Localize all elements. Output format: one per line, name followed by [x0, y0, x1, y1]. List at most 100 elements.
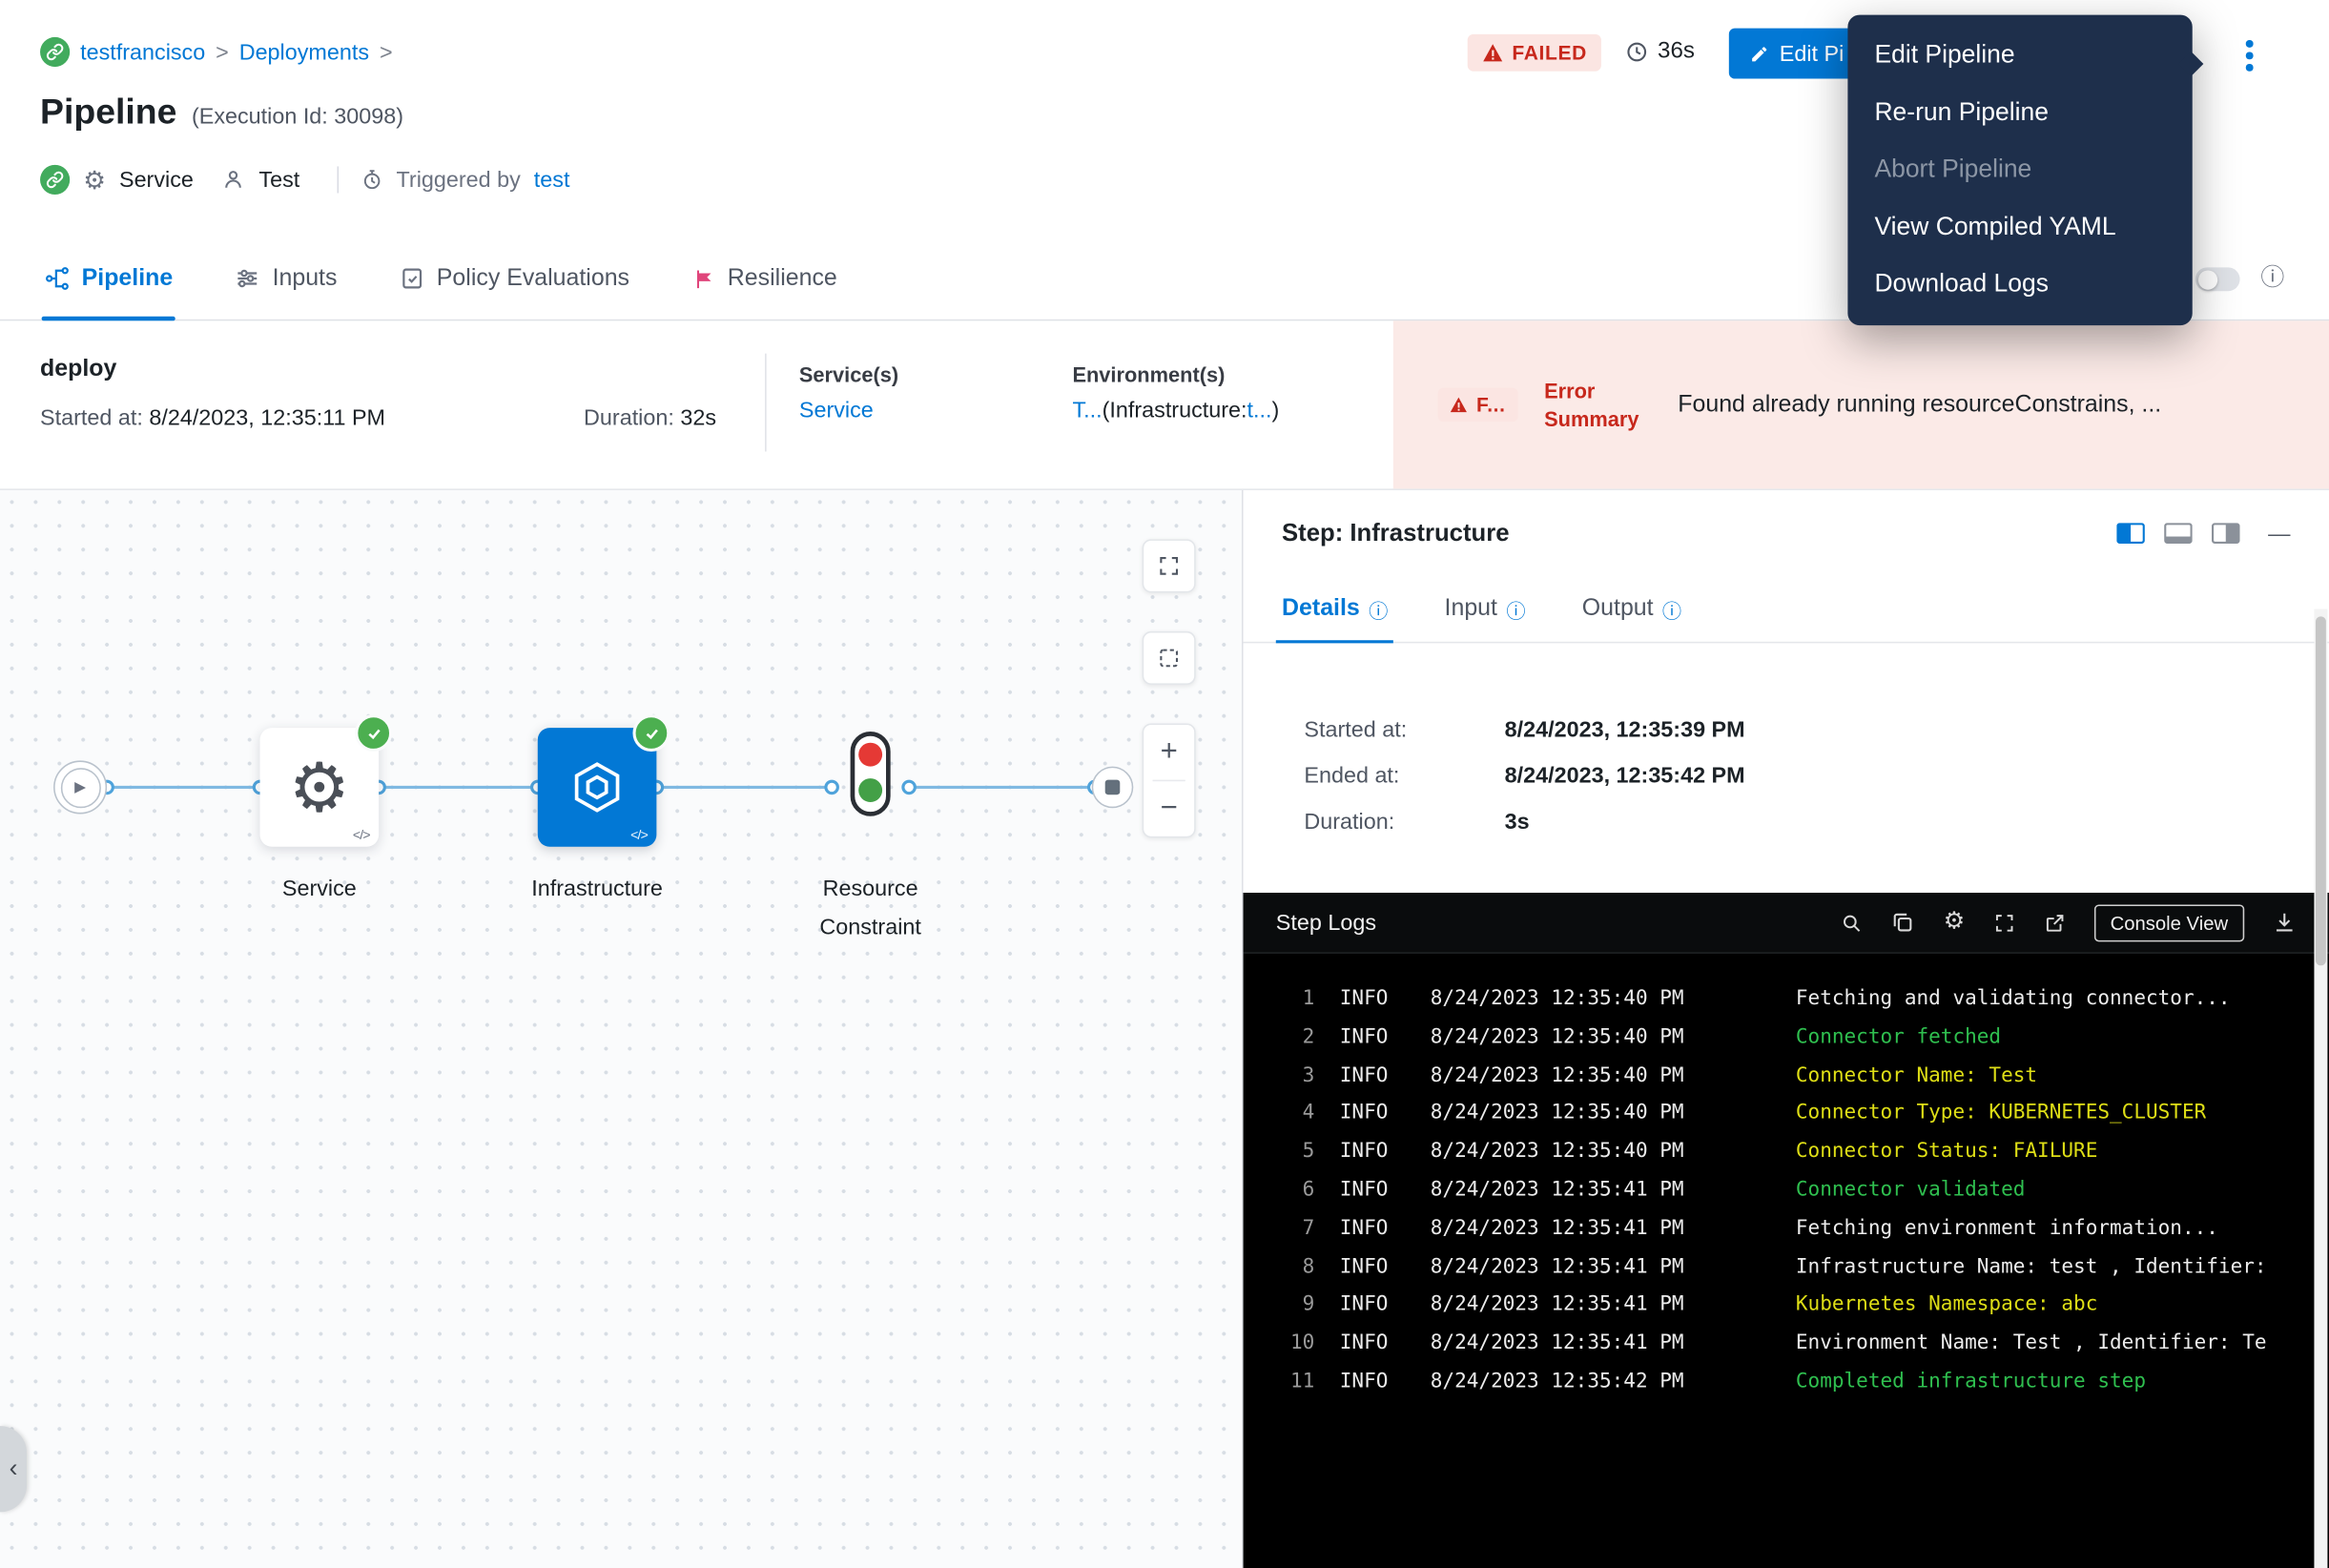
menu-item[interactable]: Re-run Pipeline: [1847, 84, 2192, 141]
menu-item[interactable]: Edit Pipeline: [1847, 27, 2192, 84]
tab-inputs-label: Inputs: [273, 265, 338, 292]
split-view-icon[interactable]: [2116, 523, 2145, 544]
menu-item[interactable]: Download Logs: [1847, 256, 2192, 313]
stage-started: Started at: 8/24/2023, 12:35:11 PM: [40, 405, 385, 430]
step-tab-details[interactable]: Details ⓘ: [1282, 576, 1388, 642]
step-tab-input[interactable]: Input ⓘ: [1445, 576, 1526, 642]
resource-constraint-node[interactable]: [836, 728, 905, 843]
start-node[interactable]: ▶: [53, 760, 107, 814]
log-timestamp: 8/24/2023 12:35:40 PM: [1431, 1095, 1718, 1133]
gear-icon: ⚙: [83, 167, 106, 192]
info-icon[interactable]: ⓘ: [1662, 595, 1681, 624]
services-label: Service(s): [799, 362, 898, 386]
step-details: Started at: 8/24/2023, 12:35:39 PM Ended…: [1244, 643, 2329, 893]
zoom-out-button[interactable]: −: [1144, 781, 1194, 836]
gear-icon: ⚙: [289, 753, 350, 822]
breadcrumb-deployments-link[interactable]: Deployments: [239, 39, 369, 64]
status-badge: FAILED: [1468, 34, 1602, 72]
tab-pipeline[interactable]: Pipeline: [45, 237, 173, 320]
marquee-select-icon: [1157, 646, 1181, 670]
fullscreen-icon[interactable]: [1993, 911, 2015, 933]
collapse-panel-handle[interactable]: ‹: [0, 1426, 27, 1512]
tab-resilience-label: Resilience: [728, 265, 837, 292]
step-detail-panel: Step: Infrastructure — Details: [1242, 490, 2329, 1568]
log-message: Connector validated: [1796, 1172, 2026, 1210]
edge-line: [107, 786, 259, 789]
end-node[interactable]: [1092, 767, 1134, 809]
success-check-icon: [632, 714, 670, 752]
cd-module-icon: [40, 165, 70, 195]
step-tab-input-label: Input: [1445, 596, 1497, 623]
log-level: INFO: [1340, 1095, 1399, 1133]
log-level: INFO: [1340, 1057, 1399, 1095]
pipeline-graph-canvas[interactable]: ▶ ⚙ </> </>: [0, 490, 1242, 1568]
log-line-number: 6: [1282, 1172, 1314, 1210]
title-row: Pipeline (Execution Id: 30098): [40, 93, 403, 134]
services-block: Service(s) Service: [799, 362, 898, 424]
error-status-badge-label: F...: [1476, 394, 1506, 416]
log-line: 6 INFO 8/24/2023 12:35:41 PM Connector v…: [1282, 1172, 2329, 1210]
stage-icon: [221, 168, 245, 192]
log-timestamp: 8/24/2023 12:35:42 PM: [1431, 1364, 1718, 1402]
service-link[interactable]: Service: [799, 398, 874, 423]
log-line-number: 3: [1282, 1057, 1314, 1095]
minimize-panel-button[interactable]: —: [2268, 521, 2290, 546]
log-lines: 1 INFO 8/24/2023 12:35:40 PM Fetching an…: [1244, 954, 2329, 1568]
toggle-switch[interactable]: [2195, 267, 2240, 291]
stage-name[interactable]: deploy: [40, 357, 116, 383]
log-line: 1 INFO 8/24/2023 12:35:40 PM Fetching an…: [1282, 980, 2329, 1019]
console-view-button[interactable]: Console View: [2094, 904, 2245, 941]
log-message: Connector fetched: [1796, 1019, 2001, 1057]
download-icon[interactable]: [2273, 911, 2297, 935]
tab-policy-evaluations[interactable]: Policy Evaluations: [400, 237, 629, 320]
environment-link[interactable]: T...: [1072, 398, 1102, 423]
canvas-fullscreen-button[interactable]: [1143, 539, 1196, 592]
right-view-icon[interactable]: [2212, 523, 2240, 544]
pipeline-meta-row: ⚙ Service Test Triggered by test: [40, 165, 569, 195]
duration-value: 32s: [680, 405, 716, 430]
log-message: Connector Name: Test: [1796, 1057, 2037, 1095]
bottom-view-icon[interactable]: [2164, 523, 2193, 544]
divider: [337, 166, 339, 193]
console-title: Step Logs: [1276, 910, 1376, 935]
step-tab-output[interactable]: Output ⓘ: [1582, 576, 1681, 642]
external-link-icon[interactable]: [2044, 911, 2066, 933]
zoom-in-button[interactable]: +: [1144, 725, 1194, 780]
canvas-select-button[interactable]: [1143, 631, 1196, 685]
more-options-kebab-icon[interactable]: [2243, 37, 2256, 73]
step-logs-console: Step Logs ⚙: [1244, 893, 2329, 1568]
info-icon[interactable]: ⓘ: [1506, 595, 1525, 624]
infrastructure-node[interactable]: </>: [538, 728, 657, 847]
status-badge-label: FAILED: [1512, 42, 1587, 64]
service-node[interactable]: ⚙ </>: [260, 728, 380, 847]
run-duration: 36s: [1625, 38, 1695, 65]
play-icon: ▶: [60, 767, 100, 807]
log-timestamp: 8/24/2023 12:35:41 PM: [1431, 1172, 1718, 1210]
step-tab-details-label: Details: [1282, 596, 1360, 623]
log-line: 11 INFO 8/24/2023 12:35:42 PM Completed …: [1282, 1364, 2329, 1402]
triggered-by-user-link[interactable]: test: [534, 167, 570, 192]
tab-inputs[interactable]: Inputs: [236, 237, 338, 320]
copy-icon[interactable]: [1891, 911, 1915, 935]
log-line: 4 INFO 8/24/2023 12:35:40 PM Connector T…: [1282, 1095, 2329, 1133]
menu-item[interactable]: View Compiled YAML: [1847, 198, 2192, 256]
infrastructure-link[interactable]: t...: [1247, 398, 1272, 423]
log-level: INFO: [1340, 1210, 1399, 1248]
search-icon[interactable]: [1841, 911, 1863, 933]
tab-resilience[interactable]: Resilience: [691, 237, 836, 320]
menu-item[interactable]: Abort Pipeline: [1847, 141, 2192, 198]
log-level: INFO: [1340, 1172, 1399, 1210]
scrollbar-thumb[interactable]: [2316, 616, 2326, 965]
environments-label: Environment(s): [1072, 362, 1279, 386]
log-level: INFO: [1340, 1364, 1399, 1402]
error-summary-label: Error Summary: [1544, 378, 1651, 432]
settings-gear-icon[interactable]: ⚙: [1944, 911, 1965, 935]
log-level: INFO: [1340, 1325, 1399, 1363]
step-tabs: Details ⓘ Input ⓘ Output ⓘ: [1244, 576, 2329, 643]
breadcrumb-project-link[interactable]: testfrancisco: [80, 39, 205, 64]
info-icon[interactable]: ⓘ: [2260, 267, 2284, 291]
log-line-number: 8: [1282, 1248, 1314, 1287]
main-content: ▶ ⚙ </> </>: [0, 490, 2329, 1568]
warning-icon: [1482, 43, 1503, 62]
info-icon[interactable]: ⓘ: [1369, 595, 1388, 624]
